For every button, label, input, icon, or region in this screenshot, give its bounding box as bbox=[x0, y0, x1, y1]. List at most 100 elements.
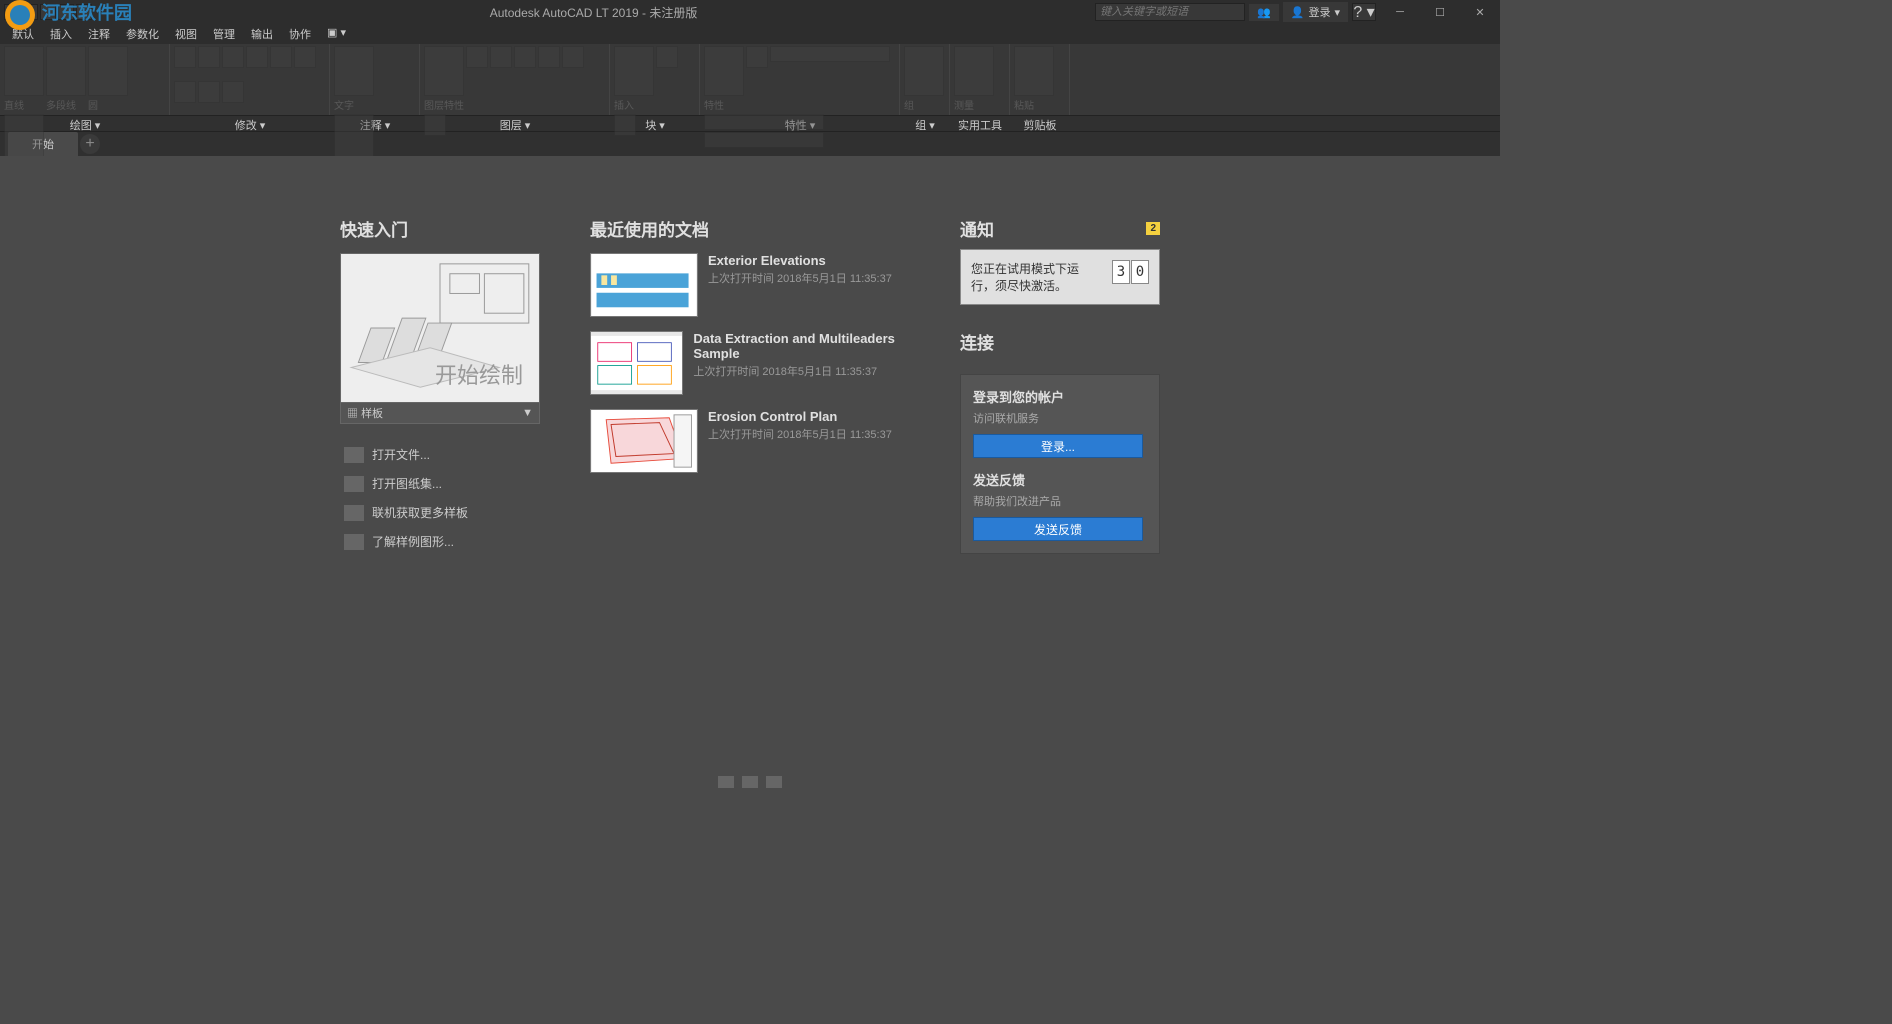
svg-text:河东软件园: 河东软件园 bbox=[42, 2, 132, 23]
login-section-sub: 访问联机服务 bbox=[973, 410, 1147, 426]
tool-layer-1[interactable] bbox=[466, 46, 488, 68]
prop-color-combo[interactable] bbox=[770, 46, 890, 62]
link-learn-samples[interactable]: 了解样例图形... bbox=[340, 527, 540, 556]
link-open-sheetset[interactable]: 打开图纸集... bbox=[340, 469, 540, 498]
tool-edit[interactable] bbox=[614, 114, 636, 136]
ribbon-group-layer: 图层特性 bbox=[420, 44, 610, 115]
doc-title-1: Data Extraction and Multileaders Sample bbox=[693, 331, 910, 361]
menu-view[interactable]: 视图 bbox=[167, 24, 205, 44]
folder-icon bbox=[344, 447, 364, 463]
ribbon-group-properties: 特性 bbox=[700, 44, 900, 115]
panel-label-utilities[interactable]: 实用工具 bbox=[950, 116, 1010, 131]
ribbon-group-groups: 组 bbox=[900, 44, 950, 115]
panel-label-clipboard[interactable]: 剪贴板 bbox=[1010, 116, 1070, 131]
doc-title-2: Erosion Control Plan bbox=[708, 409, 892, 424]
tool-mirror[interactable] bbox=[270, 46, 292, 68]
view-list-icon[interactable] bbox=[718, 776, 734, 788]
quick-start-title: 快速入门 bbox=[340, 216, 540, 241]
tool-measure[interactable] bbox=[954, 46, 994, 96]
tool-line[interactable] bbox=[4, 46, 44, 96]
view-detail-icon[interactable] bbox=[766, 776, 782, 788]
feedback-section-title: 发送反馈 bbox=[973, 470, 1147, 489]
recent-doc-1[interactable]: Data Extraction and Multileaders Sample 上… bbox=[590, 331, 910, 395]
doc-meta-1: 上次打开时间 2018年5月1日 11:35:37 bbox=[693, 363, 910, 379]
tool-trim[interactable] bbox=[222, 46, 244, 68]
menu-overflow-icon[interactable]: ▣ ▾ bbox=[319, 24, 354, 44]
tool-circle[interactable] bbox=[88, 46, 128, 96]
help-button[interactable]: ? ▾ bbox=[1352, 3, 1376, 21]
link-open-files[interactable]: 打开文件... bbox=[340, 440, 540, 469]
doc-meta-0: 上次打开时间 2018年5月1日 11:35:37 bbox=[708, 270, 892, 286]
tool-match[interactable] bbox=[746, 46, 768, 68]
tool-fillet[interactable] bbox=[294, 46, 316, 68]
login-section-title: 登录到您的帐户 bbox=[973, 387, 1147, 406]
tool-create[interactable] bbox=[656, 46, 678, 68]
recent-doc-0[interactable]: Exterior Elevations 上次打开时间 2018年5月1日 11:3… bbox=[590, 253, 910, 317]
tool-layer-6[interactable] bbox=[424, 114, 446, 136]
start-drawing-label: 开始绘制 bbox=[435, 358, 523, 390]
start-drawing-card[interactable]: 开始绘制 bbox=[340, 253, 540, 403]
ribbon-group-block: 插入 bbox=[610, 44, 700, 115]
login-button[interactable]: 👤 登录 ▾ bbox=[1283, 2, 1348, 22]
trial-counter: 3 0 bbox=[1112, 260, 1149, 284]
login-action-button[interactable]: 登录... bbox=[973, 434, 1143, 458]
view-toggle bbox=[718, 776, 782, 788]
panel-label-group[interactable]: 组 ▾ bbox=[900, 116, 950, 131]
tool-text[interactable] bbox=[334, 46, 374, 96]
tool-array[interactable] bbox=[222, 81, 244, 103]
tool-move[interactable] bbox=[174, 46, 196, 68]
ribbon-group-draw: 直线 多段线 圆 圆弧 bbox=[0, 44, 170, 115]
maximize-button[interactable]: ☐ bbox=[1420, 0, 1460, 24]
tool-layer-4[interactable] bbox=[538, 46, 560, 68]
infocenter-icon[interactable]: 👥 bbox=[1249, 4, 1279, 21]
notif-card[interactable]: 您正在试用模式下运行，须尽快激活。 3 0 bbox=[960, 249, 1160, 305]
doc-title-0: Exterior Elevations bbox=[708, 253, 892, 268]
recent-docs-column: 最近使用的文档 Exterior Elevations 上次打开时间 2018年5… bbox=[590, 216, 910, 796]
doc-meta-2: 上次打开时间 2018年5月1日 11:35:37 bbox=[708, 426, 892, 442]
menu-collaborate[interactable]: 协作 bbox=[281, 24, 319, 44]
ribbon-group-clipboard: 粘贴 bbox=[1010, 44, 1070, 115]
tool-copy[interactable] bbox=[246, 46, 268, 68]
tool-paste[interactable] bbox=[1014, 46, 1054, 96]
sample-icon bbox=[344, 534, 364, 550]
menu-output[interactable]: 输出 bbox=[243, 24, 281, 44]
app-title: Autodesk AutoCAD LT 2019 - 未注册版 bbox=[92, 4, 1095, 21]
close-button[interactable]: ✕ bbox=[1460, 0, 1500, 24]
recent-title: 最近使用的文档 bbox=[590, 216, 910, 241]
tool-polyline[interactable] bbox=[46, 46, 86, 96]
prop-linetype-combo[interactable] bbox=[704, 132, 824, 148]
tool-scale[interactable] bbox=[198, 81, 220, 103]
ribbon-group-modify bbox=[170, 44, 330, 115]
tool-stretch[interactable] bbox=[174, 81, 196, 103]
doc-thumb-1 bbox=[590, 331, 683, 395]
doc-thumb-2 bbox=[590, 409, 698, 473]
tool-rotate[interactable] bbox=[198, 46, 220, 68]
prop-lineweight-combo[interactable] bbox=[704, 114, 824, 130]
right-column: 通知 2 您正在试用模式下运行，须尽快激活。 3 0 连接 登录到您的帐户 访问… bbox=[960, 216, 1160, 796]
menu-manage[interactable]: 管理 bbox=[205, 24, 243, 44]
template-dropdown[interactable]: ▦ 样板▼ bbox=[340, 402, 540, 424]
tool-layer-2[interactable] bbox=[490, 46, 512, 68]
link-get-templates[interactable]: 联机获取更多样板 bbox=[340, 498, 540, 527]
tool-group[interactable] bbox=[904, 46, 944, 96]
minimize-button[interactable]: ─ bbox=[1380, 0, 1420, 24]
tool-properties[interactable] bbox=[704, 46, 744, 96]
search-input[interactable] bbox=[1095, 3, 1245, 21]
start-page: 快速入门 开始绘制 ▦ 样板▼ 打开文件... 打开图纸集... 联机获取更多样… bbox=[0, 156, 1500, 796]
connect-title: 连接 bbox=[960, 329, 1160, 354]
tool-layer-5[interactable] bbox=[562, 46, 584, 68]
login-label: 登录 bbox=[1308, 4, 1330, 20]
tool-layer-props[interactable] bbox=[424, 46, 464, 96]
ribbon-group-utilities: 测量 bbox=[950, 44, 1010, 115]
doc-thumb-0 bbox=[590, 253, 698, 317]
view-grid-icon[interactable] bbox=[742, 776, 758, 788]
feedback-action-button[interactable]: 发送反馈 bbox=[973, 517, 1143, 541]
connect-card: 登录到您的帐户 访问联机服务 登录... 发送反馈 帮助我们改进产品 发送反馈 bbox=[960, 374, 1160, 554]
panel-label-modify[interactable]: 修改 ▾ bbox=[170, 116, 330, 131]
tool-layer-3[interactable] bbox=[514, 46, 536, 68]
watermark-logo: 河东软件园 bbox=[0, 0, 140, 40]
recent-doc-2[interactable]: Erosion Control Plan 上次打开时间 2018年5月1日 11:… bbox=[590, 409, 910, 473]
quick-start-column: 快速入门 开始绘制 ▦ 样板▼ 打开文件... 打开图纸集... 联机获取更多样… bbox=[340, 216, 540, 796]
ribbon: 直线 多段线 圆 圆弧 文字 标注 图层特性 插入 特性 bbox=[0, 44, 1500, 116]
tool-insert[interactable] bbox=[614, 46, 654, 96]
